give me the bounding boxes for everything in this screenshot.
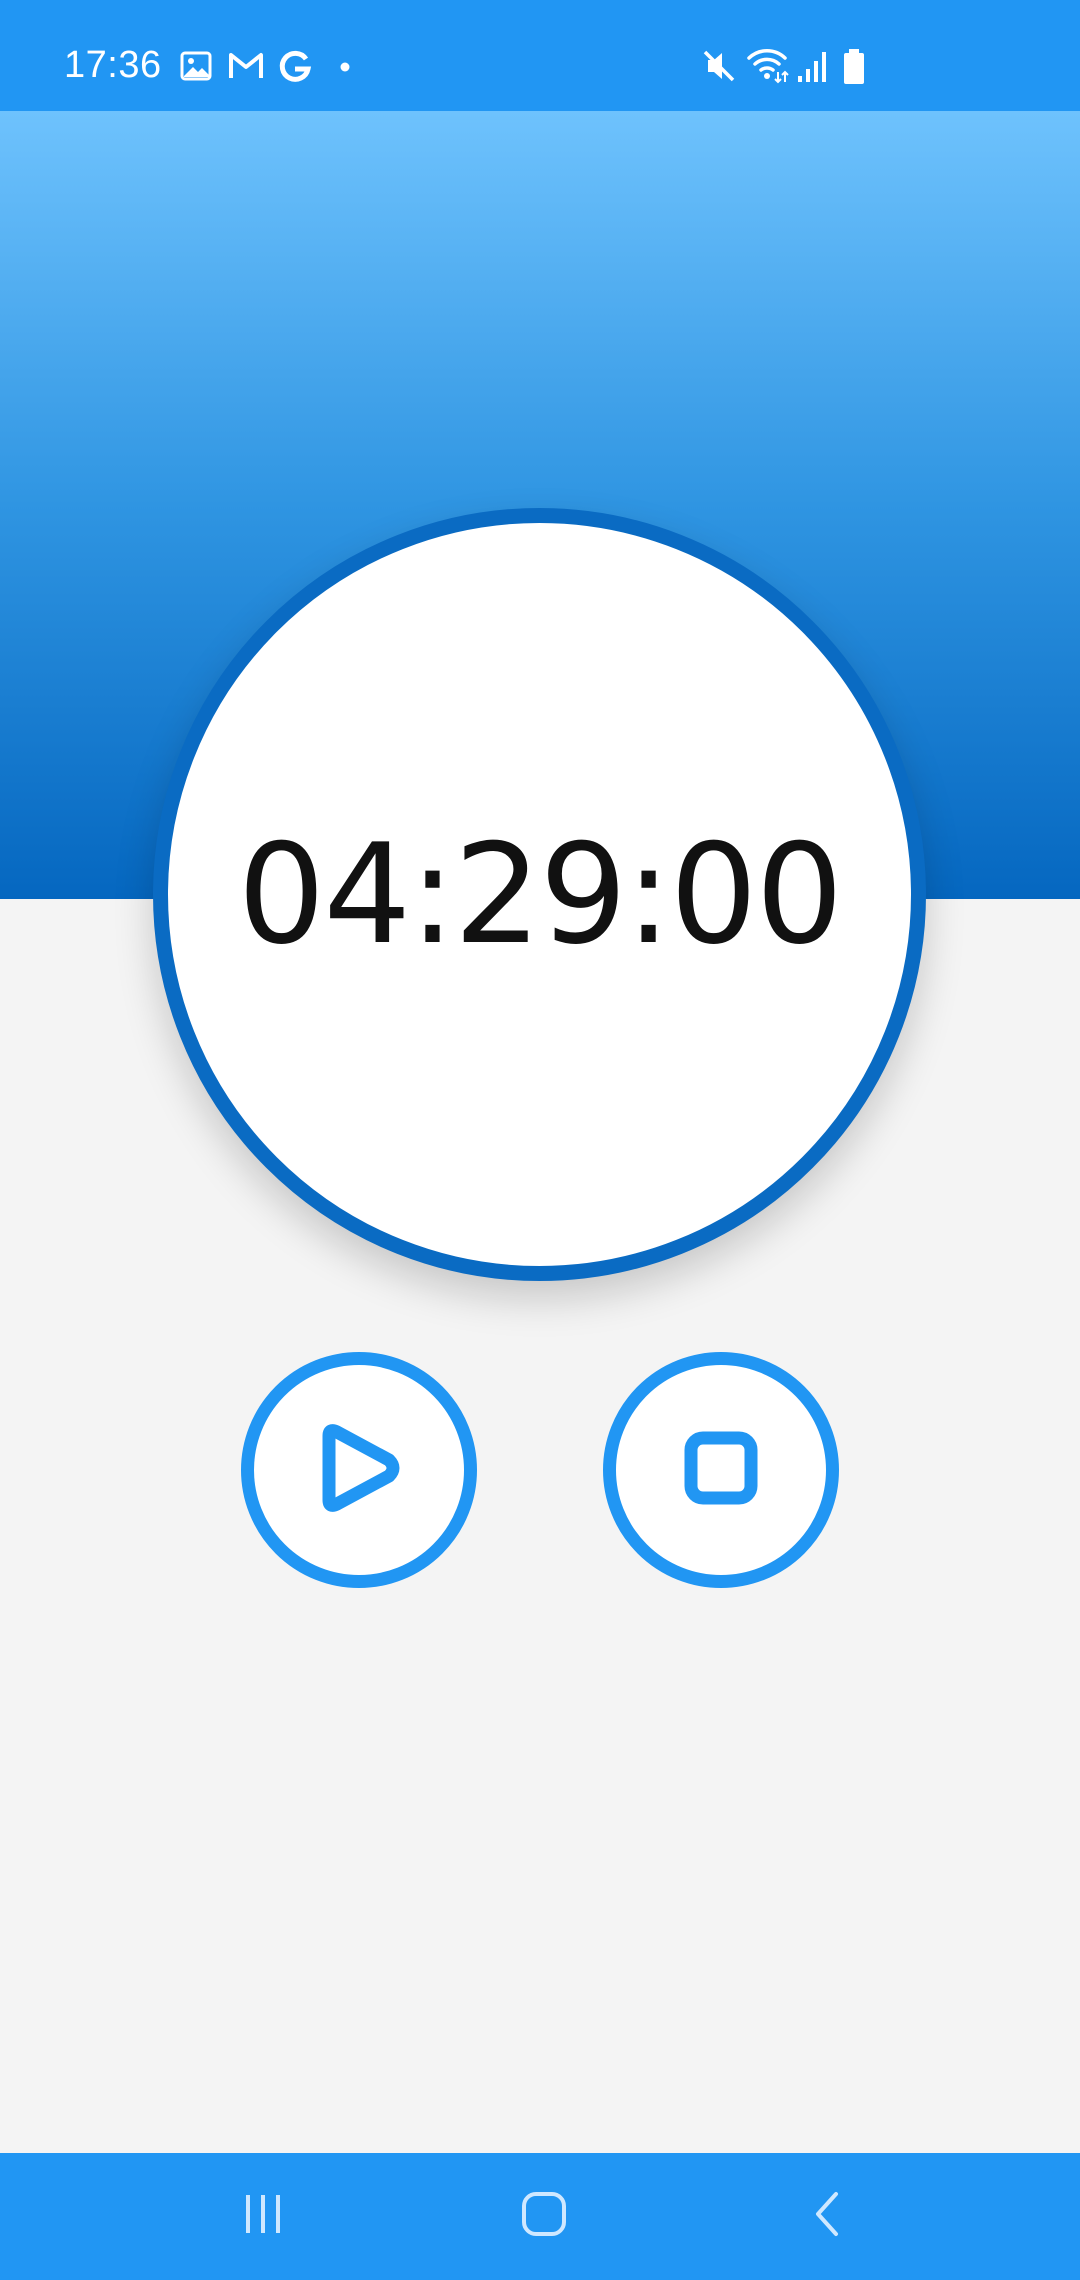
gallery-icon	[180, 50, 212, 82]
play-button[interactable]	[241, 1352, 477, 1588]
signal-icon	[796, 50, 828, 84]
back-button[interactable]	[748, 2153, 908, 2280]
mute-icon	[702, 48, 736, 84]
stop-icon	[671, 1418, 771, 1523]
home-button[interactable]	[464, 2153, 624, 2280]
recents-icon	[240, 2191, 286, 2242]
recents-button[interactable]	[183, 2153, 343, 2280]
home-icon	[519, 2189, 569, 2244]
play-icon	[309, 1418, 409, 1523]
gmail-icon	[228, 50, 264, 82]
stop-button[interactable]	[603, 1352, 839, 1588]
google-icon	[278, 50, 312, 84]
navigation-bar	[0, 2153, 1080, 2280]
timer-circle: 04:29:00	[153, 508, 926, 1281]
notification-dot-icon	[340, 62, 350, 72]
status-time: 17:36	[64, 44, 162, 86]
battery-icon	[842, 48, 866, 86]
back-icon	[808, 2189, 848, 2244]
status-bar: 17:36	[0, 0, 1080, 111]
wifi-icon	[746, 46, 790, 84]
timer-display: 04:29:00	[237, 814, 844, 975]
